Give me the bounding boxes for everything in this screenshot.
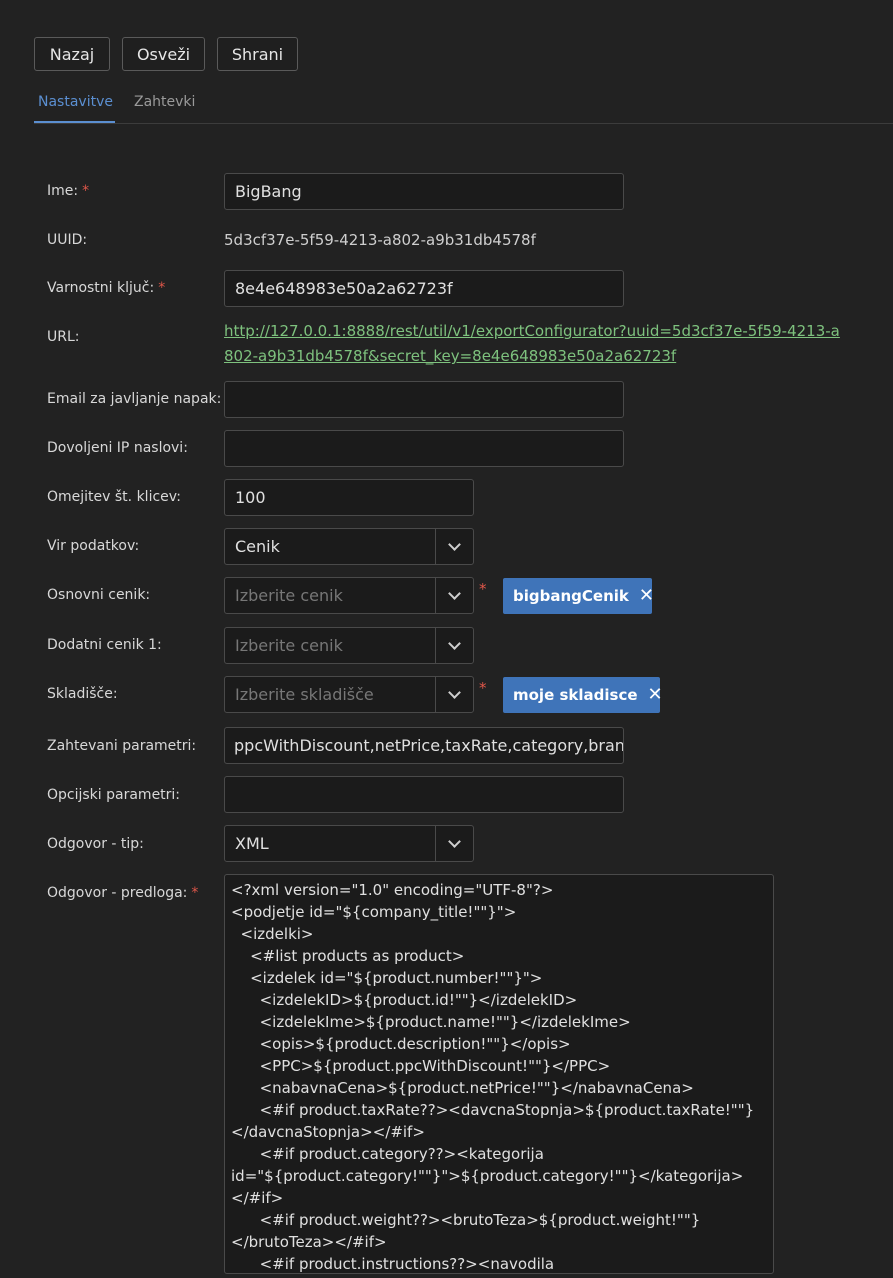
response-template-label: Odgovor - predloga: * bbox=[47, 885, 199, 901]
response-template-textarea[interactable]: <?xml version="1.0" encoding="UTF-8"?> <… bbox=[224, 874, 774, 1274]
base-pricelist-tag-label: bigbangCenik bbox=[513, 587, 629, 605]
tab-settings[interactable]: Nastavitve bbox=[38, 94, 113, 110]
warehouse-select[interactable]: Izberite skladišče bbox=[224, 676, 474, 713]
required-asterisk: * bbox=[479, 679, 487, 697]
base-pricelist-label: Osnovni cenik: bbox=[47, 587, 151, 603]
required-params-input[interactable]: ppcWithDiscount,netPrice,taxRate,categor… bbox=[224, 727, 624, 764]
base-pricelist-tag: bigbangCenik ✕ bbox=[503, 578, 654, 614]
optional-params-input[interactable] bbox=[224, 776, 624, 813]
url-link[interactable]: http://127.0.0.1:8888/rest/util/v1/expor… bbox=[224, 319, 849, 369]
optional-params-label: Opcijski parametri: bbox=[47, 787, 181, 803]
error-email-label: Email za javljanje napak: bbox=[47, 391, 222, 407]
refresh-button[interactable]: Osveži bbox=[122, 37, 205, 71]
extra-pricelist-select[interactable]: Izberite cenik bbox=[224, 627, 474, 664]
base-pricelist-select[interactable]: Izberite cenik bbox=[224, 577, 474, 614]
close-icon[interactable]: ✕ bbox=[639, 578, 654, 614]
uuid-label: UUID: bbox=[47, 232, 88, 248]
back-button[interactable]: Nazaj bbox=[34, 37, 110, 71]
name-input[interactable]: BigBang bbox=[224, 173, 624, 210]
allowed-ips-label: Dovoljeni IP naslovi: bbox=[47, 440, 188, 456]
response-type-label: Odgovor - tip: bbox=[47, 836, 144, 852]
active-tab-indicator bbox=[34, 121, 115, 123]
extra-pricelist-label: Dodatni cenik 1: bbox=[47, 637, 162, 653]
required-asterisk: * bbox=[479, 580, 487, 598]
name-label: Ime: * bbox=[47, 183, 90, 199]
required-asterisk: * bbox=[158, 280, 166, 296]
chevron-down-icon[interactable] bbox=[435, 578, 473, 613]
close-icon[interactable]: ✕ bbox=[648, 677, 663, 713]
data-source-label: Vir podatkov: bbox=[47, 538, 140, 554]
save-button[interactable]: Shrani bbox=[217, 37, 298, 71]
required-asterisk: * bbox=[191, 885, 199, 901]
tab-divider bbox=[34, 123, 893, 124]
tab-requests[interactable]: Zahtevki bbox=[134, 94, 195, 110]
chevron-down-icon[interactable] bbox=[435, 677, 473, 712]
warehouse-tag-label: moje skladisce bbox=[513, 686, 638, 704]
data-source-select[interactable]: Cenik bbox=[224, 528, 474, 565]
url-label: URL: bbox=[47, 329, 80, 345]
call-limit-label: Omejitev št. klicev: bbox=[47, 489, 182, 505]
required-params-label: Zahtevani parametri: bbox=[47, 738, 197, 754]
uuid-value: 5d3cf37e-5f59-4213-a802-a9b31db4578f bbox=[224, 231, 536, 249]
warehouse-tag: moje skladisce ✕ bbox=[503, 677, 663, 713]
secret-key-label: Varnostni ključ: * bbox=[47, 280, 166, 296]
call-limit-input[interactable]: 100 bbox=[224, 479, 474, 516]
chevron-down-icon[interactable] bbox=[435, 628, 473, 663]
chevron-down-icon[interactable] bbox=[435, 529, 473, 564]
error-email-input[interactable] bbox=[224, 381, 624, 418]
secret-key-input[interactable]: 8e4e648983e50a2a62723f bbox=[224, 270, 624, 307]
allowed-ips-input[interactable] bbox=[224, 430, 624, 467]
chevron-down-icon[interactable] bbox=[435, 826, 473, 861]
warehouse-label: Skladišče: bbox=[47, 686, 118, 702]
required-asterisk: * bbox=[82, 183, 90, 199]
response-type-select[interactable]: XML bbox=[224, 825, 474, 862]
